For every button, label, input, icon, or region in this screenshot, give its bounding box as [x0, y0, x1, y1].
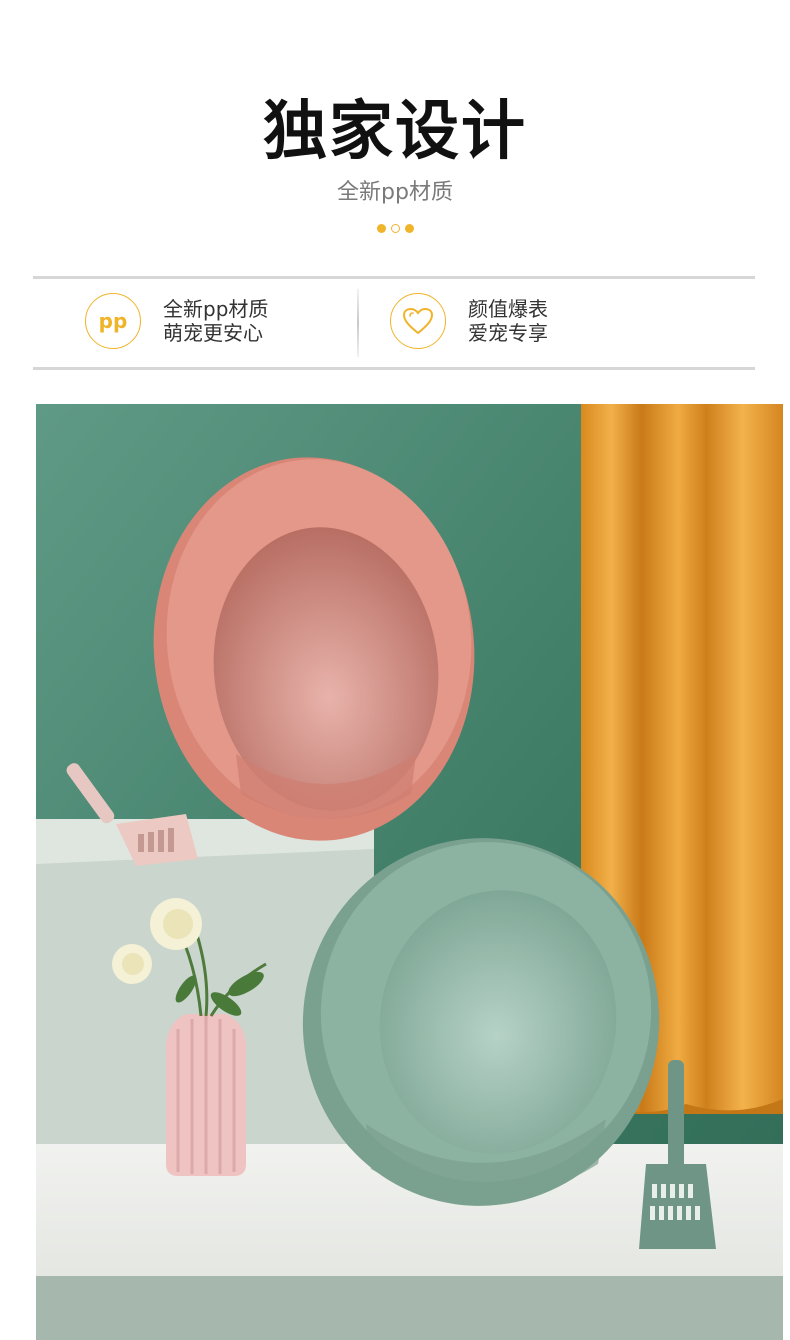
page-subtitle: 全新pp材质: [337, 180, 453, 205]
page-title: 独家设计: [263, 95, 527, 169]
feature-text: 全新pp材质 萌宠更安心: [163, 297, 268, 345]
product-scene-illustration: [36, 404, 783, 1340]
feature-appearance: 颜值爆表 爱宠专享: [390, 293, 548, 349]
feature-line-2: 爱宠专享: [468, 321, 548, 345]
feature-text: 颜值爆表 爱宠专享: [468, 297, 548, 345]
feature-line-2: 萌宠更安心: [163, 321, 263, 345]
carousel-dot[interactable]: [404, 224, 414, 233]
feature-divider: [357, 289, 359, 357]
carousel-dot[interactable]: [376, 224, 386, 233]
feature-pp-material: pp 全新pp材质 萌宠更安心: [85, 293, 268, 349]
feature-band: pp 全新pp材质 萌宠更安心 颜值爆表 爱宠专享: [33, 276, 755, 370]
carousel-dot[interactable]: [390, 224, 400, 233]
heart-icon: [390, 293, 446, 349]
pp-material-icon: pp: [85, 293, 141, 349]
carousel-indicator: [0, 224, 790, 233]
product-photo: [36, 404, 783, 1340]
feature-line-1: 颜值爆表: [468, 297, 548, 321]
feature-line-1: 全新pp材质: [163, 297, 269, 321]
